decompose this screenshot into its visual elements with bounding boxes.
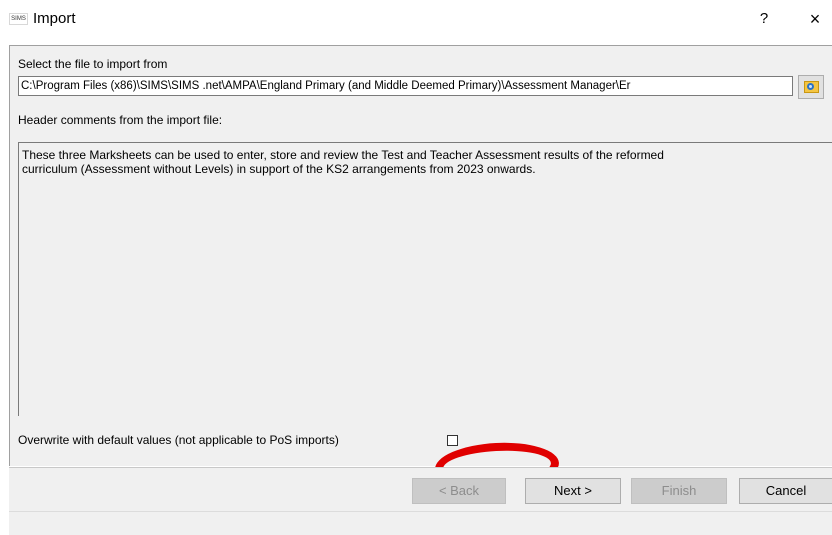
header-comments-text: These three Marksheets can be used to en…: [18, 142, 832, 416]
overwrite-checkbox[interactable]: [447, 435, 458, 446]
folder-search-icon: [804, 81, 819, 93]
help-button[interactable]: ?: [752, 7, 776, 31]
import-panel: Select the file to import from C:\Progra…: [9, 45, 832, 493]
next-button[interactable]: Next >: [525, 478, 621, 504]
sims-logo-icon: SIMS: [9, 13, 28, 25]
import-dialog: SIMS Import ? × Select the file to impor…: [0, 0, 832, 535]
cancel-button[interactable]: Cancel: [739, 478, 832, 504]
magnifier-icon: [807, 83, 814, 90]
header-comments-label: Header comments from the import file:: [18, 113, 223, 127]
close-button[interactable]: ×: [803, 7, 827, 31]
back-button[interactable]: < Back: [412, 478, 506, 504]
button-bar: < Back Next > Finish Cancel: [9, 467, 832, 512]
browse-button[interactable]: [798, 75, 824, 99]
select-file-label: Select the file to import from: [18, 57, 168, 71]
file-path-input[interactable]: C:\Program Files (x86)\SIMS\SIMS .net\AM…: [18, 76, 793, 96]
overwrite-label: Overwrite with default values (not appli…: [18, 433, 339, 447]
window-title: Import: [33, 10, 76, 27]
title-bar: SIMS Import ? ×: [0, 0, 832, 40]
finish-button[interactable]: Finish: [631, 478, 727, 504]
status-bar: [9, 511, 832, 535]
